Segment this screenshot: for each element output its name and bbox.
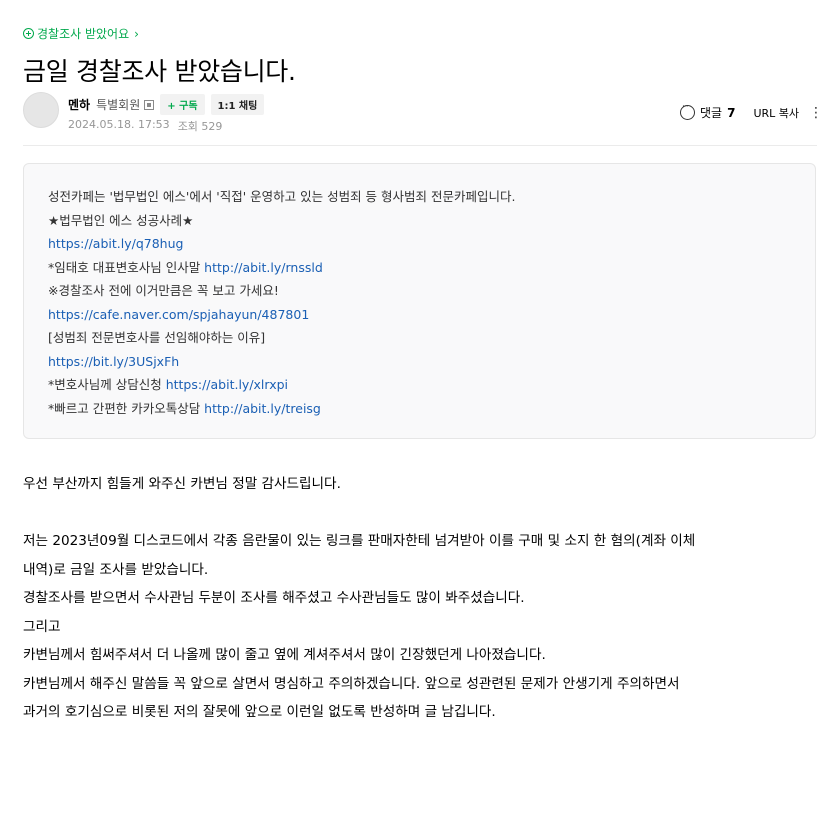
notice-reason-heading: [성범죄 전문변호사를 선임해야하는 이유] bbox=[48, 330, 266, 345]
subscribe-button[interactable]: + 구독 bbox=[160, 94, 205, 115]
post-body: 우선 부산까지 힘들게 와주신 카변님 정말 감사드립니다. 저는 2023년0… bbox=[23, 470, 818, 727]
body-paragraph: 저는 2023년09월 디스코드에서 각종 음란물이 있는 링크를 판매자한테 … bbox=[23, 533, 696, 549]
notice-box: 성전카페는 '법무법인 에스'에서 '직접' 운영하고 있는 성범죄 등 형사범… bbox=[23, 163, 816, 439]
avatar[interactable] bbox=[23, 92, 59, 128]
chevron-right-icon: › bbox=[134, 26, 139, 41]
body-paragraph: 우선 부산까지 힘들게 와주신 카변님 정말 감사드립니다. bbox=[23, 476, 341, 492]
author-nickname[interactable]: 멘하 bbox=[68, 96, 90, 113]
comment-count: 7 bbox=[727, 105, 736, 120]
post-tools: 댓글 7 URL 복사 ⋮ bbox=[679, 102, 823, 121]
body-paragraph: 내역)로 금일 조사를 받았습니다. bbox=[23, 561, 209, 578]
post-page: 경찰조사 받았어요 › 금일 경찰조사 받았습니다. 멘하 특별회원 + 구독 … bbox=[0, 0, 835, 840]
cafe-article-link[interactable]: https://cafe.naver.com/spjahayun/487801 bbox=[48, 307, 309, 322]
view-count: 조회 529 bbox=[177, 120, 223, 133]
kakao-link[interactable]: http://abit.ly/treisg bbox=[204, 401, 321, 416]
header-divider bbox=[23, 145, 817, 146]
board-link-label: 경찰조사 받았어요 bbox=[37, 27, 130, 41]
reason-link[interactable]: https://bit.ly/3USjxFh bbox=[48, 354, 179, 369]
body-paragraph: 카변님께서 해주신 말씀들 꼭 앞으로 살면서 명심하고 주의하겠습니다. 앞으… bbox=[23, 675, 680, 692]
body-paragraph: 카변님께서 힘써주셔서 더 나올께 많이 줄고 옆에 계셔주셔서 많이 긴장했던… bbox=[23, 647, 546, 663]
more-options-icon[interactable]: ⋮ bbox=[809, 106, 823, 120]
grade-icon bbox=[144, 99, 155, 110]
chat-button[interactable]: 1:1 채팅 bbox=[210, 94, 265, 115]
body-paragraph: 경찰조사를 받으면서 수사관님 두분이 조사를 해주셨고 수사관님들도 많이 봐… bbox=[23, 590, 525, 606]
url-copy-button[interactable]: URL 복사 bbox=[753, 105, 799, 121]
notice-success-heading: ★법무법인 에스 성공사례★ bbox=[48, 212, 194, 228]
comment-icon bbox=[679, 102, 695, 120]
greeting-link[interactable]: http://abit.ly/rnssld bbox=[204, 260, 323, 275]
comment-button[interactable]: 댓글 7 bbox=[679, 102, 736, 121]
author-row: 멘하 특별회원 + 구독 1:1 채팅 bbox=[68, 94, 265, 115]
post-date: 2024.05.18. 17:53 bbox=[68, 118, 170, 131]
consult-link[interactable]: https://abit.ly/xlrxpi bbox=[166, 377, 288, 392]
greeting-label: *임태호 대표변호사님 인사말 bbox=[48, 259, 205, 275]
body-paragraph: 과거의 호기심으로 비롯된 저의 잘못에 앞으로 이런일 없도록 반성하며 글 … bbox=[23, 704, 496, 720]
success-cases-link[interactable]: https://abit.ly/q78hug bbox=[48, 236, 183, 251]
post-meta: 2024.05.18. 17:53 조회 529 bbox=[68, 118, 222, 134]
kakao-label: *빠르고 간편한 카카오톡상담 bbox=[48, 400, 205, 416]
consult-label: *변호사님께 상담신청 bbox=[48, 377, 166, 392]
plus-circle-icon bbox=[23, 28, 34, 39]
body-paragraph: 그리고 bbox=[23, 618, 61, 635]
notice-intro: 성전카페는 '법무법인 에스'에서 '직접' 운영하고 있는 성범죄 등 형사범… bbox=[48, 189, 516, 204]
member-grade: 특별회원 bbox=[96, 98, 141, 112]
post-title: 금일 경찰조사 받았습니다. bbox=[23, 57, 296, 86]
comment-label: 댓글 bbox=[699, 106, 723, 120]
board-link[interactable]: 경찰조사 받았어요 › bbox=[23, 25, 139, 42]
notice-warning: ※경찰조사 전에 이거만큼은 꼭 보고 가세요! bbox=[48, 283, 279, 298]
